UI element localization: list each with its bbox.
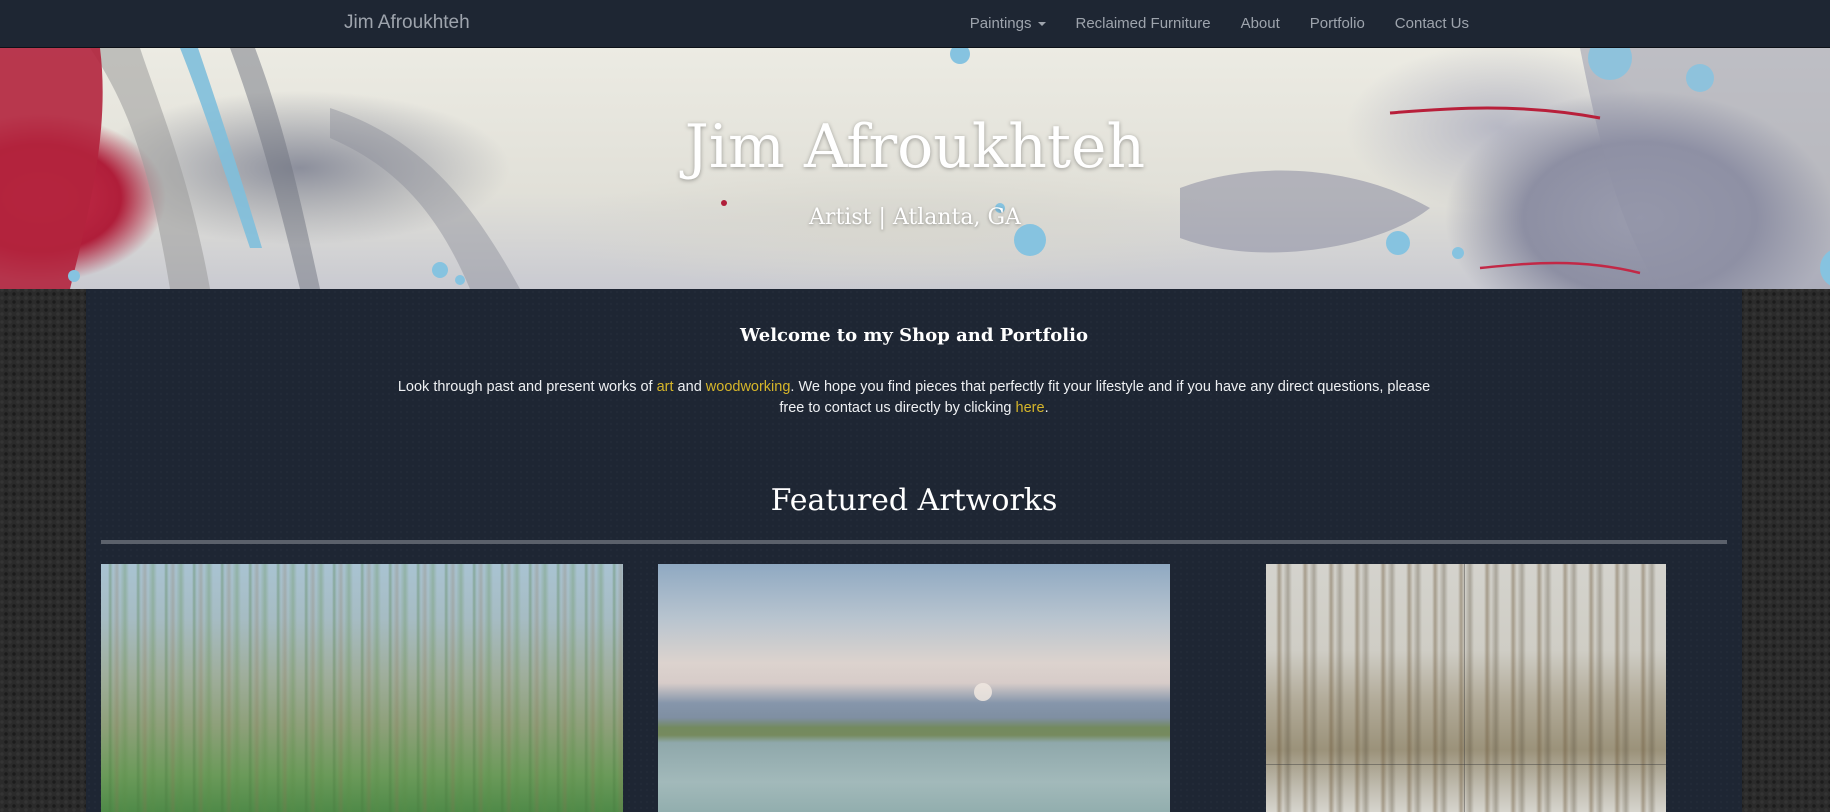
nav-paintings-dropdown[interactable]: Paintings [955, 15, 1061, 32]
intro-text: Look through past and present works of [397, 379, 657, 395]
painting-sun [974, 683, 992, 701]
nav-about[interactable]: About [1226, 15, 1295, 32]
nav-portfolio[interactable]: Portfolio [1295, 15, 1380, 32]
featured-artworks-heading: Featured Artworks [770, 483, 1058, 518]
welcome-heading: Welcome to my Shop and Portfolio [740, 325, 1088, 346]
nav-links: Paintings Reclaimed Furniture About Port… [955, 0, 1484, 47]
nav-paintings-label: Paintings [969, 15, 1032, 32]
main-content-panel: Welcome to my Shop and Portfolio Look th… [86, 289, 1742, 812]
artwork-thumbnail-lake[interactable] [658, 564, 1170, 812]
caret-down-icon [1037, 21, 1046, 26]
intro-text: . We hope you find pieces that perfectly… [779, 379, 1431, 416]
artwork-thumbnail-grass[interactable] [101, 564, 623, 812]
intro-paragraph: Look through past and present works of a… [386, 377, 1442, 419]
intro-text: and [673, 379, 706, 395]
intro-text: . [1044, 400, 1049, 416]
hero-subtitle: Artist | Atlanta, GA [809, 205, 1021, 230]
navbar: Jim Afroukhteh Paintings Reclaimed Furni… [0, 0, 1830, 48]
woodworking-link[interactable]: woodworking [706, 379, 791, 395]
section-divider [101, 540, 1727, 544]
hero-title: Jim Afroukhteh [684, 112, 1146, 182]
contact-here-link[interactable]: here [1016, 400, 1045, 416]
hero-banner: Jim Afroukhteh Artist | Atlanta, GA [0, 48, 1830, 289]
nav-reclaimed-furniture[interactable]: Reclaimed Furniture [1061, 15, 1226, 32]
nav-contact-us[interactable]: Contact Us [1380, 15, 1484, 32]
brand-link[interactable]: Jim Afroukhteh [344, 12, 470, 34]
artwork-thumbnail-city[interactable] [1266, 564, 1666, 812]
art-link[interactable]: art [657, 379, 674, 395]
